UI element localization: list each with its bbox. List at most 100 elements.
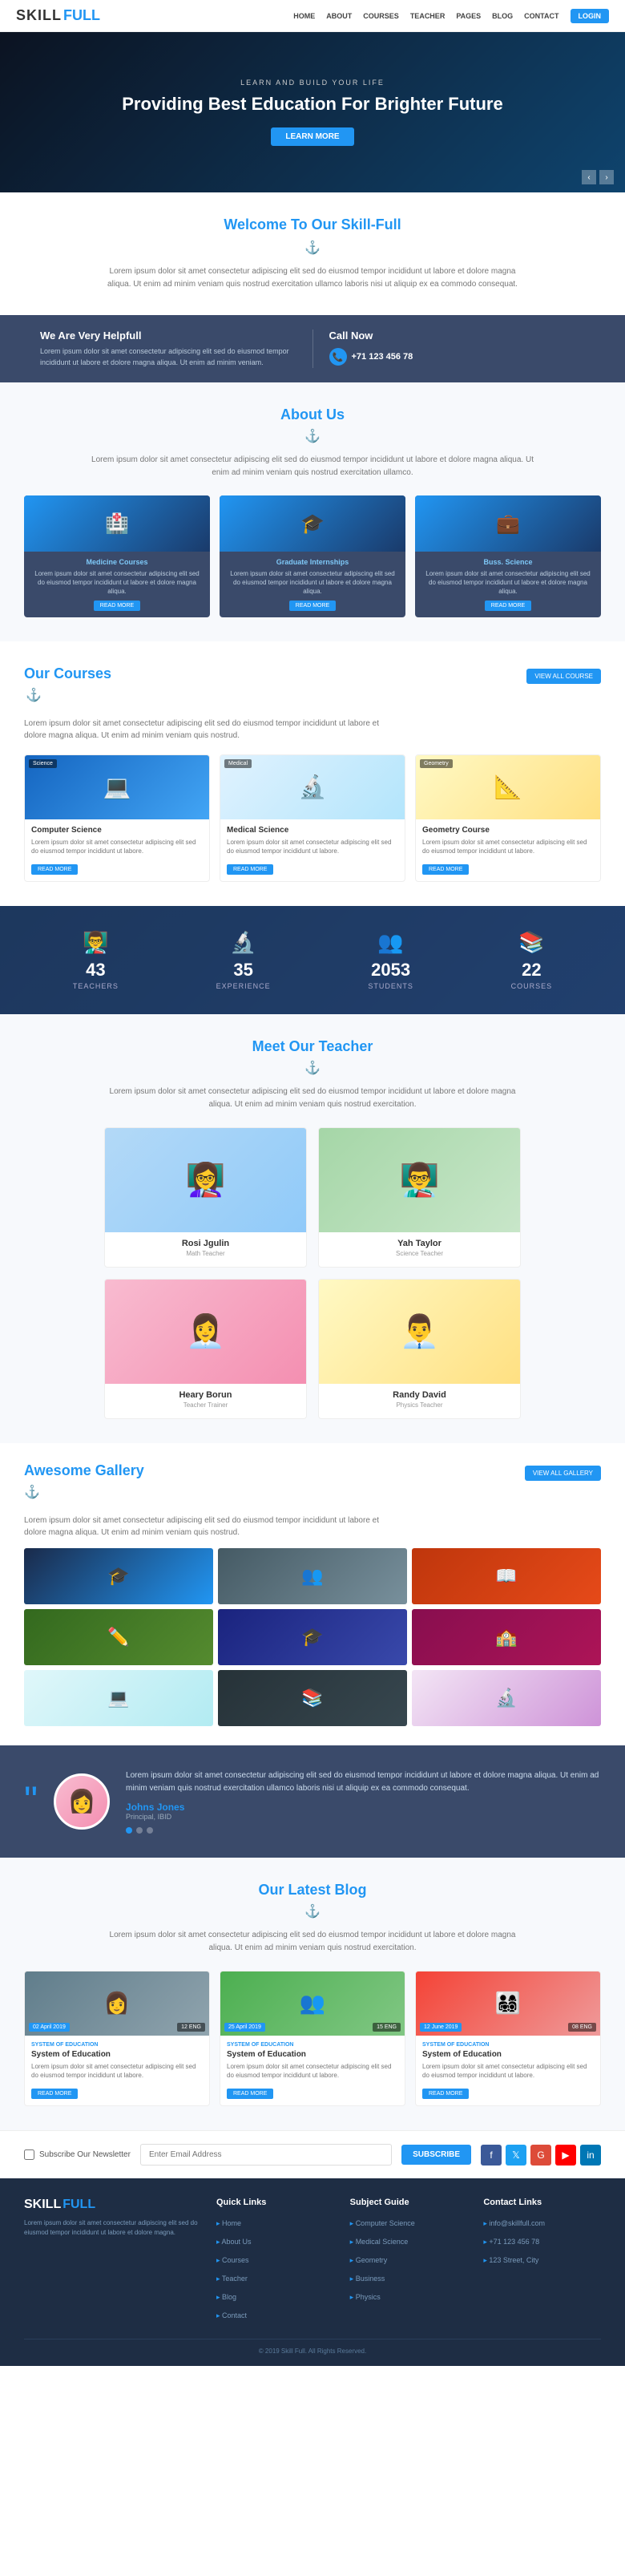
helpful-col: We Are Very Helpfull Lorem ipsum dolor s… bbox=[24, 330, 313, 368]
footer-subject-geo[interactable]: Geometry bbox=[350, 2252, 468, 2267]
gallery-item-9[interactable]: 🔬 bbox=[412, 1670, 601, 1726]
about-card-img-1: 🏥 bbox=[24, 495, 210, 552]
about-card-img-2: 🎓 bbox=[220, 495, 405, 552]
teacher-card-2: 👨‍🏫 Yah Taylor Science Teacher bbox=[318, 1127, 521, 1268]
footer-desc: Lorem ipsum dolor sit amet consectetur a… bbox=[24, 2218, 200, 2238]
about-cards: 🏥 Medicine Courses Lorem ipsum dolor sit… bbox=[24, 495, 601, 617]
footer-quick-links-title: Quick Links bbox=[216, 2198, 334, 2207]
about-card-btn-3[interactable]: READ MORE bbox=[485, 601, 531, 611]
stat-experience: 🔬 35 EXPERIENCE bbox=[216, 930, 271, 990]
teacher-img-4: 👨‍💼 bbox=[319, 1280, 520, 1384]
view-all-gallery-button[interactable]: VIEW ALL GALLERY bbox=[525, 1466, 601, 1481]
course-btn-1[interactable]: READ MORE bbox=[31, 864, 78, 875]
footer-subject-biz[interactable]: Business bbox=[350, 2271, 468, 2285]
teacher-name-1: Rosi Jgulin bbox=[105, 1239, 306, 1248]
blog-btn-2[interactable]: READ MORE bbox=[227, 2089, 273, 2099]
blog-btn-1[interactable]: READ MORE bbox=[31, 2089, 78, 2099]
stat-num-teachers: 43 bbox=[73, 960, 119, 981]
course-body-1: Computer Science Lorem ipsum dolor sit a… bbox=[25, 819, 209, 881]
gallery-item-8[interactable]: 📚 bbox=[218, 1670, 407, 1726]
gallery-item-1[interactable]: 🎓 bbox=[24, 1548, 213, 1604]
googleplus-icon[interactable]: G bbox=[530, 2145, 551, 2166]
nav-about[interactable]: ABOUT bbox=[326, 12, 352, 20]
newsletter-subscribe-button[interactable]: SUBSCRIBE bbox=[401, 2145, 471, 2165]
footer-subject-cs[interactable]: Computer Science bbox=[350, 2215, 468, 2230]
footer-subject-phy[interactable]: Physics bbox=[350, 2289, 468, 2303]
about-card-text-2: Lorem ipsum dolor sit amet consectetur a… bbox=[226, 569, 399, 596]
course-card-3: 📐 Geometry Geometry Course Lorem ipsum d… bbox=[415, 754, 601, 882]
about-card-img-3: 💼 bbox=[415, 495, 601, 552]
teacher-role-2: Science Teacher bbox=[319, 1250, 520, 1257]
footer-link-contact[interactable]: Contact bbox=[216, 2307, 334, 2322]
footer-link-about[interactable]: About Us bbox=[216, 2234, 334, 2248]
course-body-2: Medical Science Lorem ipsum dolor sit am… bbox=[220, 819, 405, 881]
about-card-btn-2[interactable]: READ MORE bbox=[289, 601, 336, 611]
blog-card-2: 👥 25 April 2019 15 ENG SYSTEM OF EDUCATI… bbox=[220, 1971, 405, 2106]
teacher-card-1: 👩‍🏫 Rosi Jgulin Math Teacher bbox=[104, 1127, 307, 1268]
anchor-icon: ⚓ bbox=[304, 240, 321, 256]
testimonial-dots bbox=[126, 1827, 601, 1834]
stat-label-students: STUDENTS bbox=[368, 982, 413, 990]
nav-pages[interactable]: PAGES bbox=[456, 12, 481, 20]
footer-quick-links-col: Quick Links Home About Us Courses Teache… bbox=[216, 2198, 334, 2326]
gallery-item-2[interactable]: 👥 bbox=[218, 1548, 407, 1604]
footer-subject-col: Subject Guide Computer Science Medical S… bbox=[350, 2198, 468, 2326]
course-img-3: 📐 Geometry bbox=[416, 755, 600, 819]
gallery-section: Awesome Gallery ⚓ VIEW ALL GALLERY Lorem… bbox=[0, 1443, 625, 1745]
dot-1[interactable] bbox=[126, 1827, 132, 1834]
footer-logo-skill: SKILL bbox=[24, 2198, 61, 2212]
about-card-title-2: Graduate Internships bbox=[226, 558, 399, 566]
courses-grid: 💻 Science Computer Science Lorem ipsum d… bbox=[24, 754, 601, 882]
blog-text: Lorem ipsum dolor sit amet consectetur a… bbox=[104, 1929, 521, 1955]
newsletter-email-input[interactable] bbox=[140, 2144, 392, 2166]
course-img-1: 💻 Science bbox=[25, 755, 209, 819]
view-all-courses-button[interactable]: VIEW ALL COURSE bbox=[526, 669, 601, 684]
youtube-icon[interactable]: ▶ bbox=[555, 2145, 576, 2166]
footer-link-blog[interactable]: Blog bbox=[216, 2289, 334, 2303]
course-btn-3[interactable]: READ MORE bbox=[422, 864, 469, 875]
hero-cta-button[interactable]: LEARN MORE bbox=[271, 127, 353, 146]
hero-next-button[interactable]: › bbox=[599, 170, 614, 184]
dot-3[interactable] bbox=[147, 1827, 153, 1834]
gallery-item-5[interactable]: 🎓 bbox=[218, 1609, 407, 1665]
newsletter-checkbox[interactable] bbox=[24, 2149, 34, 2160]
footer-link-courses[interactable]: Courses bbox=[216, 2252, 334, 2267]
linkedin-icon[interactable]: in bbox=[580, 2145, 601, 2166]
stat-courses: 📚 22 COURSES bbox=[511, 930, 553, 990]
footer-contact-col: Contact Links info@skillfull.com +71 123… bbox=[483, 2198, 601, 2326]
footer-link-teacher[interactable]: Teacher bbox=[216, 2271, 334, 2285]
nav-home[interactable]: HOME bbox=[293, 12, 315, 20]
teachers-section: Meet Our Teacher ⚓ Lorem ipsum dolor sit… bbox=[0, 1014, 625, 1443]
newsletter-label: Subscribe Our Newsletter bbox=[39, 2150, 131, 2159]
gallery-item-3[interactable]: 📖 bbox=[412, 1548, 601, 1604]
course-btn-2[interactable]: READ MORE bbox=[227, 864, 273, 875]
hero-prev-button[interactable]: ‹ bbox=[582, 170, 596, 184]
facebook-icon[interactable]: f bbox=[481, 2145, 502, 2166]
login-button[interactable]: LOGIN bbox=[571, 9, 610, 23]
blog-title-container: Our Latest Blog ⚓ bbox=[24, 1882, 601, 1919]
blog-title-accent: Blog bbox=[335, 1882, 367, 1898]
stat-num-experience: 35 bbox=[216, 960, 271, 981]
gallery-item-7[interactable]: 💻 bbox=[24, 1670, 213, 1726]
gallery-item-6[interactable]: 🏫 bbox=[412, 1609, 601, 1665]
about-card-body-2: Graduate Internships Lorem ipsum dolor s… bbox=[220, 552, 405, 617]
about-divider: ⚓ bbox=[24, 428, 601, 444]
about-card-btn-1[interactable]: READ MORE bbox=[94, 601, 140, 611]
welcome-divider: ⚓ bbox=[48, 240, 577, 256]
nav-courses[interactable]: COURSES bbox=[363, 12, 399, 20]
nav-blog[interactable]: BLOG bbox=[492, 12, 513, 20]
blog-card-3: 👨‍👩‍👧‍👦 12 June 2019 08 ENG SYSTEM OF ED… bbox=[415, 1971, 601, 2106]
dot-2[interactable] bbox=[136, 1827, 143, 1834]
footer-link-home[interactable]: Home bbox=[216, 2215, 334, 2230]
blog-btn-3[interactable]: READ MORE bbox=[422, 2089, 469, 2099]
footer-quick-links-list: Home About Us Courses Teacher Blog Conta… bbox=[216, 2215, 334, 2322]
footer-about-col: SKILL FULL Lorem ipsum dolor sit amet co… bbox=[24, 2198, 200, 2326]
twitter-icon[interactable]: 𝕏 bbox=[506, 2145, 526, 2166]
course-label-2: Medical bbox=[224, 759, 252, 768]
nav-teacher[interactable]: TEACHER bbox=[410, 12, 446, 20]
gallery-item-4[interactable]: ✏️ bbox=[24, 1609, 213, 1665]
footer: SKILL FULL Lorem ipsum dolor sit amet co… bbox=[0, 2178, 625, 2366]
blog-grid: 👩 02 April 2019 12 ENG SYSTEM OF EDUCATI… bbox=[24, 1971, 601, 2106]
nav-contact[interactable]: CONTACT bbox=[524, 12, 558, 20]
footer-subject-ms[interactable]: Medical Science bbox=[350, 2234, 468, 2248]
